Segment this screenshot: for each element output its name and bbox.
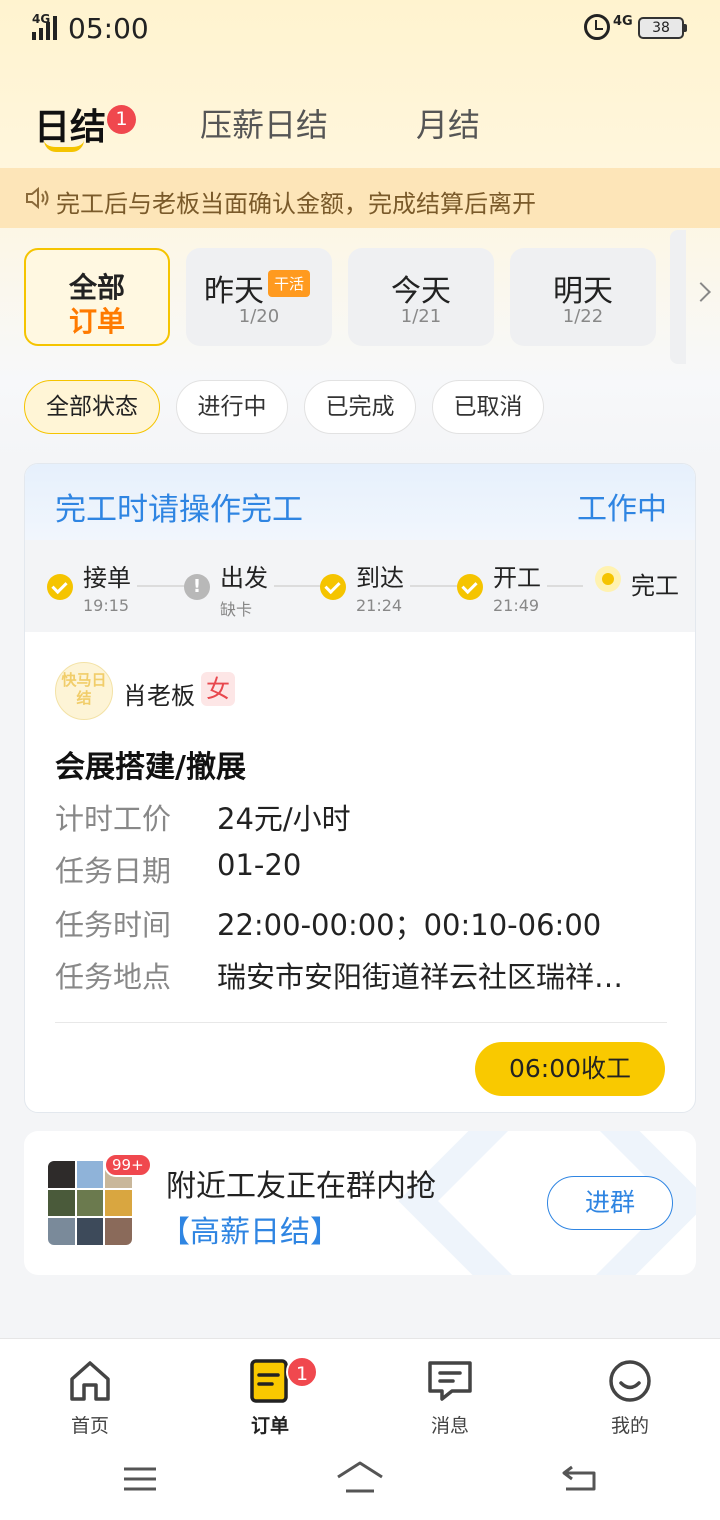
signal-icon: 4G (30, 12, 64, 40)
nav-orders-badge: 1 (286, 1356, 318, 1388)
divider (55, 1022, 667, 1023)
step-name: 到达 (356, 564, 404, 592)
date-filter-sub: 1/20 (238, 306, 280, 327)
info-value: 瑞安市安阳街道祥云社区瑞祥… (217, 960, 624, 994)
message-icon (428, 1361, 472, 1401)
gender-badge: 女 (201, 672, 235, 706)
date-filter-sub: 订单 (68, 305, 125, 338)
alarm-icon (584, 14, 610, 40)
network-type-2: 4G (613, 14, 633, 29)
step-time: 21:24 (356, 596, 403, 615)
date-filter-yesterday[interactable]: 昨天 干活 1/20 (186, 248, 332, 346)
progress-steps: 接单 19:15 ! 出发 缺卡 到达 21:24 开工 21:49 完工 (25, 540, 695, 632)
job-title: 会展搭建/撤展 (55, 750, 246, 785)
step-time: 缺卡 (220, 600, 253, 619)
step-time: 21:49 (493, 596, 540, 615)
menu-icon (124, 1467, 156, 1491)
bottom-nav: 首页 订单 消息 我的 (0, 1338, 720, 1520)
group-banner-highlight: 【高薪日结】 (160, 1215, 340, 1250)
notice-text: 完工后与老板当面确认金额，完成结算后离开 (56, 190, 536, 218)
tab-deferred-daily[interactable]: 压薪日结 (200, 100, 328, 146)
info-key: 计时工价 (55, 802, 172, 836)
step-connector (547, 585, 583, 587)
group-count-badge: 99+ (104, 1153, 152, 1177)
date-filter-next-card[interactable] (670, 230, 686, 364)
nav-label: 订单 (250, 1415, 289, 1437)
status-filter-all[interactable]: 全部状态 (24, 380, 160, 434)
info-value: 24元/小时 (217, 802, 351, 836)
order-headline: 完工时请操作完工 (55, 492, 303, 528)
boss-avatar: 快马日结 (55, 662, 113, 720)
nav-label: 我的 (610, 1415, 649, 1437)
step-name: 开工 (493, 564, 541, 592)
finish-work-button[interactable]: 06:00收工 (475, 1042, 665, 1096)
status-filter-in-progress[interactable]: 进行中 (176, 380, 288, 434)
battery-icon: 38 (638, 17, 687, 39)
date-filter-all[interactable]: 全部 订单 (24, 248, 170, 346)
status-filter-completed[interactable]: 已完成 (304, 380, 416, 434)
order-card[interactable]: 完工时请操作完工 工作中 接单 19:15 ! 出发 缺卡 到达 21:24 开… (24, 463, 696, 1113)
nav-label: 消息 (430, 1415, 469, 1437)
date-filter-today[interactable]: 今天 1/21 (348, 248, 494, 346)
info-value: 01-20 (217, 848, 302, 882)
step-name: 完工 (631, 572, 679, 600)
info-key: 任务地点 (55, 960, 172, 994)
order-state: 工作中 (577, 492, 667, 527)
home-icon (70, 1361, 110, 1401)
tab-monthly[interactable]: 月结 (416, 100, 480, 146)
info-value: 22:00-00:00；00:10-06:00 (217, 908, 602, 942)
work-tag: 干活 (268, 270, 311, 297)
date-filter-label: 明天 (553, 274, 613, 309)
boss-name: 肖老板 (123, 682, 195, 710)
notice-bar: 完工后与老板当面确认金额，完成结算后离开 (0, 168, 720, 228)
check-icon (47, 574, 73, 600)
tab-underline (44, 140, 84, 152)
date-filter-sub: 1/22 (562, 306, 604, 327)
warning-icon: ! (184, 574, 210, 600)
date-filter-tomorrow[interactable]: 明天 1/22 (510, 248, 656, 346)
system-home-icon (337, 1461, 383, 1493)
check-icon (320, 574, 346, 600)
status-filter-cancelled[interactable]: 已取消 (432, 380, 544, 434)
group-banner[interactable]: 99+ 附近工友正在群内抢 【高薪日结】 进群 (24, 1131, 696, 1275)
profile-icon (609, 1360, 651, 1402)
date-filter-label: 今天 (391, 274, 451, 309)
info-key: 任务时间 (55, 908, 172, 942)
speaker-icon (26, 186, 49, 210)
date-filter-sub: 1/21 (400, 306, 442, 327)
check-icon (457, 574, 483, 600)
info-key: 任务日期 (55, 854, 172, 888)
system-nav-bar (124, 1461, 596, 1493)
current-step-icon (595, 566, 621, 592)
join-group-button[interactable]: 进群 (547, 1176, 673, 1230)
step-time: 19:15 (83, 596, 130, 615)
tab-daily-badge: 1 (107, 105, 136, 134)
step-name: 接单 (83, 564, 131, 592)
group-banner-text: 附近工友正在群内抢 (166, 1169, 436, 1204)
nav-label: 首页 (70, 1415, 109, 1437)
back-icon (562, 1465, 596, 1491)
status-bar: 4G 05:00 4G 38 (0, 0, 720, 60)
step-name: 出发 (220, 564, 268, 592)
status-time: 05:00 (68, 12, 149, 45)
order-card-header: 完工时请操作完工 工作中 (25, 464, 695, 540)
